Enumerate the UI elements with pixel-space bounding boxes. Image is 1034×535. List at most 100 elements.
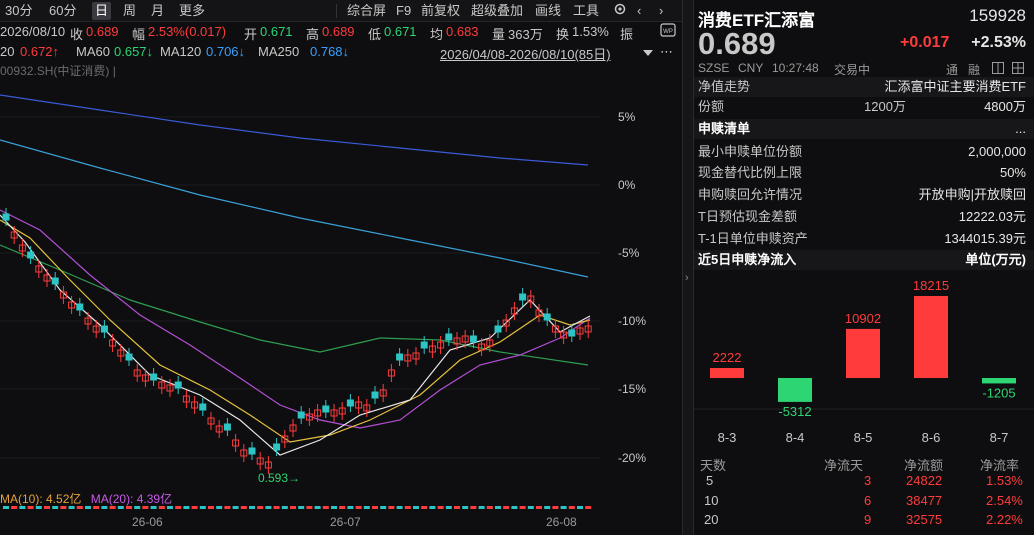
volume-bar	[339, 506, 346, 509]
x-tick: 26-07	[330, 515, 361, 529]
gear-icon[interactable]	[610, 2, 630, 20]
row-value: 开放申购|开放赎回	[918, 187, 1026, 202]
nav-label: 净值走势	[698, 79, 751, 94]
flow-cell: 2.54%	[986, 493, 1023, 508]
pct-tick: 5%	[618, 110, 636, 124]
volume-bar	[454, 506, 460, 509]
security-code: 159928	[969, 6, 1026, 25]
flow-category-label: 8-5	[854, 430, 873, 445]
composite-screen-button[interactable]: 综合屏	[344, 2, 389, 20]
candle-body	[51, 277, 59, 285]
flow-cell: 38477	[906, 493, 943, 508]
last-price: 0.689	[698, 26, 776, 61]
candle-body	[396, 353, 404, 361]
volume-bar	[470, 506, 477, 509]
flow-table-header: 天数	[700, 458, 727, 473]
subscription-header[interactable]: 申赎清单 ...	[694, 119, 1034, 139]
price-row: 0.689 +0.017 +2.53%	[694, 26, 1034, 62]
toolbar-divider	[336, 4, 337, 18]
tools-button[interactable]: 工具	[570, 2, 602, 20]
price-change-pct: +2.53%	[971, 34, 1026, 51]
candle-body	[273, 443, 281, 451]
chevron-left-icon[interactable]: ‹	[634, 2, 644, 20]
vol-label: 量	[492, 27, 506, 42]
volume-bar	[216, 506, 223, 509]
row-value: 2,000,000	[968, 144, 1026, 159]
f9-button[interactable]: F9	[393, 2, 414, 20]
volume-bar	[413, 506, 419, 509]
chevron-right-icon[interactable]: ›	[656, 2, 666, 20]
row-value: 50%	[999, 165, 1026, 180]
subscription-row: 最小申赎单位份额 2,000,000	[694, 141, 1034, 163]
tag-tong: 通	[946, 63, 959, 77]
candlestick-chart[interactable]	[0, 70, 640, 510]
subscription-more[interactable]: ...	[1015, 119, 1026, 139]
nav-row[interactable]: 净值走势 汇添富中证主要消费ETF	[694, 77, 1034, 97]
volume-bar	[380, 506, 387, 509]
high-label: 高	[306, 27, 320, 42]
candle-body	[150, 373, 158, 381]
layout-icon[interactable]	[992, 62, 1004, 77]
flow-cell: 2.22%	[986, 512, 1023, 527]
row-label: T-1日单位申赎资产	[698, 231, 808, 246]
flow-cell: 3	[864, 473, 872, 488]
panel-divider[interactable]: ›	[682, 0, 694, 535]
draw-line-button[interactable]: 画线	[532, 2, 564, 20]
volume-bar	[527, 506, 534, 509]
candle-body	[371, 391, 379, 399]
candle-body	[420, 341, 428, 349]
volume-bar	[224, 506, 231, 509]
ohlc-info: 2026/08/10 收 0.689 幅 2.53%(0.017) 开 0.67…	[0, 22, 684, 42]
flow-table-header: 净流天	[824, 458, 864, 473]
flow-category-label: 8-4	[786, 430, 805, 445]
subscription-row: T-1日单位申赎资产 1344015.39元	[694, 228, 1034, 250]
tab-day[interactable]: 日	[92, 2, 112, 20]
volume-bar	[503, 506, 510, 509]
volume-bar	[421, 506, 428, 509]
tab-30min[interactable]: 30分	[2, 2, 35, 20]
flow-cell: 6	[864, 493, 872, 508]
volume-bar	[445, 506, 452, 509]
x-tick: 26-06	[132, 515, 163, 529]
grid-icon[interactable]	[1012, 62, 1024, 77]
volume-bar	[396, 506, 403, 509]
ma120-value: 0.706↓	[206, 44, 246, 59]
volume-bar	[331, 506, 337, 509]
flow-cell: 32575	[906, 512, 943, 527]
shares-value-1: 1200万	[864, 99, 906, 114]
candle-body	[125, 353, 133, 361]
overlay-button[interactable]: 超级叠加	[468, 2, 526, 20]
expand-arrow-icon[interactable]: ›	[685, 272, 689, 284]
close-label: 收	[70, 27, 84, 42]
row-label: T日预估现金差额	[698, 209, 797, 224]
forward-adjust-button[interactable]: 前复权	[418, 2, 463, 20]
low-label: 低	[368, 27, 382, 42]
volume-bar	[265, 506, 272, 509]
volume-bar	[281, 506, 288, 509]
wp-icon[interactable]: WP	[660, 23, 676, 42]
candle-body	[2, 213, 10, 221]
date-range[interactable]: 2026/04/08-2026/08/10(85日)	[440, 44, 611, 63]
avg-value: 0.683	[446, 24, 479, 39]
flow-value-label: -5312	[778, 404, 811, 419]
tab-60min[interactable]: 60分	[46, 2, 79, 20]
ma250-line	[0, 94, 589, 166]
tab-month[interactable]: 月	[148, 2, 167, 20]
more-icon[interactable]: ⋯	[660, 44, 673, 60]
tab-week[interactable]: 周	[120, 2, 139, 20]
volume-bar	[208, 506, 214, 509]
volume-bar	[486, 506, 493, 509]
volume-bar	[347, 506, 354, 509]
volume-bar	[404, 506, 411, 509]
trade-status: 交易中	[834, 63, 871, 77]
collapse-arrow-icon[interactable]	[642, 46, 654, 61]
vol-ma20: MA(20): 4.39亿	[90, 492, 173, 506]
net-flow-bar-chart: 2222 8-3 -5312 8-4 10902 8-5 18215 8-6 -1205 8-7	[694, 278, 1034, 445]
volume-bar	[306, 506, 313, 509]
chart-gridlines	[0, 116, 600, 459]
currency: CNY	[738, 61, 764, 75]
volume-ma-info: MA(10): 4.52亿 MA(20): 4.39亿	[0, 490, 172, 507]
shares-label: 份额	[698, 99, 725, 114]
vol-ma10: MA(10): 4.52亿	[0, 492, 82, 506]
tab-more[interactable]: 更多	[176, 2, 208, 20]
